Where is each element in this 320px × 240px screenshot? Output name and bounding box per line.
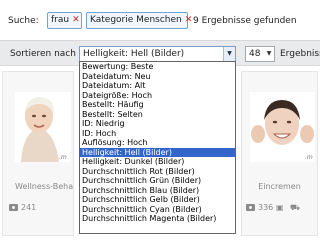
sort-option[interactable]: ID: Niedrig [80,119,235,129]
sort-option[interactable]: Helligkeit: Dunkel (Bilder) [80,157,235,167]
card-title: Wellness-Beha [15,182,74,191]
sort-option[interactable]: Helligkeit: Hell (Bilder) [80,147,235,157]
sort-label: Sortieren nach [10,49,76,59]
card-count: 241 [21,203,37,212]
sort-dropdown-list[interactable]: Bewertung: Beste Dateidatum: Neu Dateidatu… [79,61,236,234]
sort-option[interactable]: Durchschnittlich Gelb (Bilder) [80,195,235,205]
sort-option[interactable]: ID: Hoch [80,129,235,139]
camera-icon [246,204,255,211]
remove-tag-icon[interactable]: ✕ [72,15,80,25]
per-page-label: Ergebnisse [280,49,320,59]
watermark: .m [305,154,313,161]
sort-select[interactable]: Helligkeit: Hell (Bilder) ▼ [79,46,236,62]
thumbnail-image[interactable]: .m [250,92,315,162]
sort-option[interactable]: Durchschnittlich Blau (Bilder) [80,186,235,196]
remove-tag-icon[interactable]: ✕ [185,15,193,25]
sort-option[interactable]: Dateigröße: Hoch [80,91,235,101]
sort-option[interactable]: Durchschnittlich Magenta (Bilder) [80,214,235,224]
chevron-down-icon[interactable]: ▼ [264,47,274,61]
card-meta: 241 [9,203,36,212]
camera-icon [9,204,18,211]
card-title: Eincremen [258,182,301,191]
result-count: 9 Ergebnisse gefunden [193,16,297,26]
watermark: .m [59,154,67,161]
sort-option[interactable]: Auflösung: Hoch [80,138,235,148]
result-card[interactable]: .m Eincremen 336 ▣ ⛟ [241,71,318,236]
lightbox-icon[interactable]: ▣ [276,203,284,212]
search-tag-kategorie[interactable]: Kategorie Menschen ✕ [86,12,192,29]
search-bar: Suche: frau ✕ Kategorie Menschen ✕ 9 Ergeb… [0,0,320,38]
search-label: Suche: [8,16,39,26]
sort-option[interactable]: Bewertung: Beste [80,62,235,72]
sort-option[interactable]: Bestellt: Selten [80,110,235,120]
card-count: 336 [258,203,274,212]
thumbnail-image[interactable]: .m [15,92,71,162]
tag-label: Kategorie Menschen [90,15,182,25]
result-card[interactable]: .m Wellness-Beha 241 [2,71,74,236]
cart-icon[interactable]: ⛟ [290,203,300,213]
sort-option[interactable]: Durchschnittlich Grün (Bilder) [80,176,235,186]
per-page-value: 48 [249,49,261,59]
sort-option[interactable]: Bestellt: Häufig [80,100,235,110]
chevron-down-icon[interactable]: ▼ [223,47,235,61]
per-page-select[interactable]: 48 ▼ [245,46,275,62]
sort-option[interactable]: Dateidatum: Alt [80,81,235,91]
search-tag-frau[interactable]: frau ✕ [47,12,82,29]
sort-option[interactable]: Durchschnittlich Rot (Bilder) [80,167,235,177]
sort-option[interactable]: Dateidatum: Neu [80,72,235,82]
sort-option[interactable]: Durchschnittlich Cyan (Bilder) [80,205,235,215]
tag-label: frau [51,15,70,25]
card-meta: 336 [246,203,273,212]
sort-select-value: Helligkeit: Hell (Bilder) [83,49,185,59]
